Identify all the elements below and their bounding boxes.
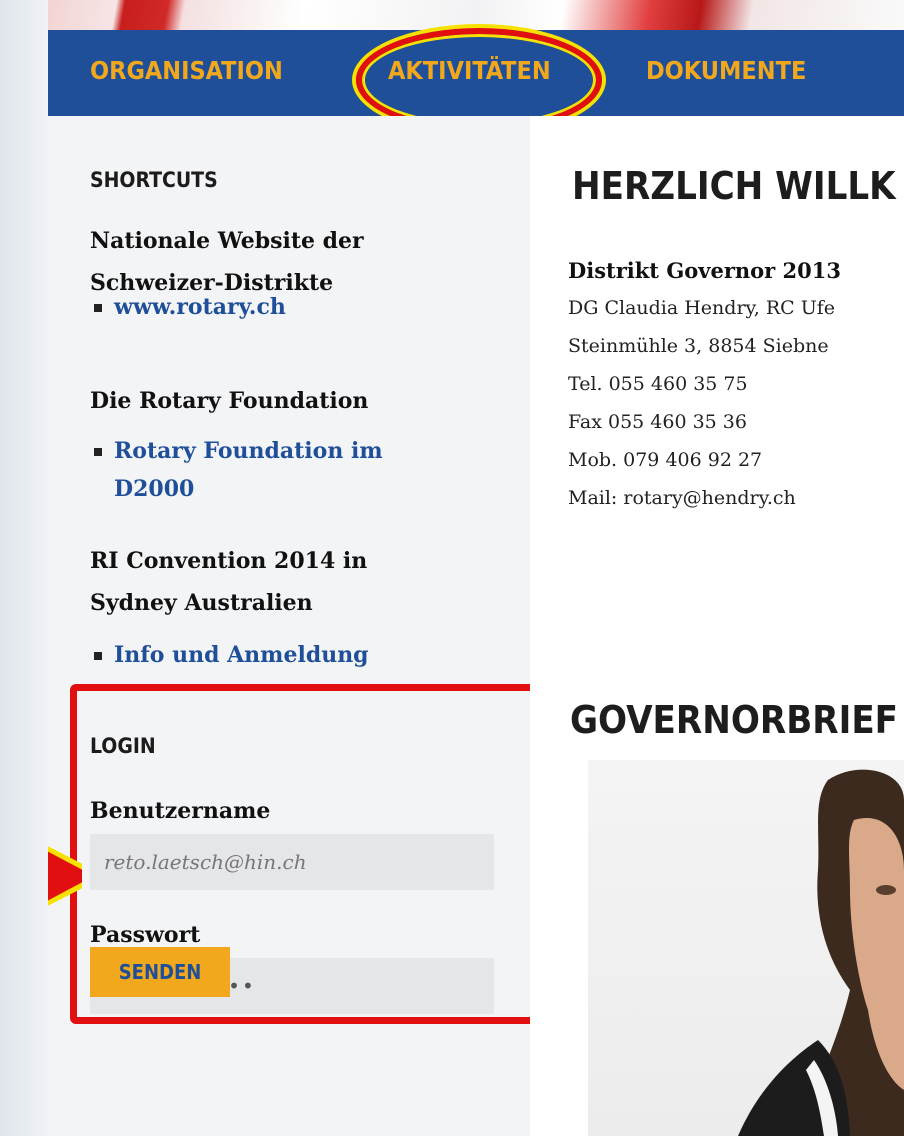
shortcut-label-foundation: Die Rotary Foundation [90, 388, 369, 414]
main-nav: ORGANISATION AKTIVITÄTEN DOKUMENTE [48, 28, 904, 132]
main-content: HERZLICH WILLK Distrikt Governor 2013 DG… [530, 116, 904, 1136]
shortcut-label-convention-1: RI Convention 2014 in [90, 548, 368, 574]
nav-item-organisation[interactable]: ORGANISATION [90, 56, 283, 85]
governorbrief-heading: GOVERNORBRIEF [570, 698, 899, 742]
list-item: www.rotary.ch [94, 288, 286, 326]
nav-item-dokumente[interactable]: DOKUMENTE [646, 56, 806, 85]
annotation-arrow-icon [48, 846, 82, 906]
link-info-anmeldung[interactable]: Info und Anmeldung [114, 642, 369, 668]
page-gutter [0, 0, 48, 1136]
list-bullet-icon [94, 448, 102, 456]
contact-line: Mob. 079 406 92 27 [568, 449, 763, 471]
nav-item-aktivitaeten[interactable]: AKTIVITÄTEN [388, 56, 551, 85]
portrait-image [738, 769, 904, 1136]
link-rotary-foundation-d2000[interactable]: Rotary Foundation im D2000 [114, 438, 383, 502]
username-label: Benutzername [90, 798, 271, 824]
list-bullet-icon [94, 304, 102, 312]
contact-email: Mail: rotary@hendry.ch [568, 487, 796, 509]
governor-title: Distrikt Governor 2013 [568, 258, 841, 283]
contact-line: DG Claudia Hendry, RC Ufe [568, 297, 835, 319]
link-rotary-foundation-line-2: D2000 [114, 476, 195, 502]
governor-photo [588, 760, 904, 1136]
contact-line: Steinmühle 3, 8854 Siebne [568, 335, 829, 357]
password-label: Passwort [90, 922, 201, 948]
shortcuts-heading: SHORTCUTS [90, 168, 218, 192]
page: ORGANISATION AKTIVITÄTEN DOKUMENTE SHORT… [48, 0, 904, 1136]
contact-line: Fax 055 460 35 36 [568, 411, 747, 433]
header-banner [48, 0, 904, 30]
shortcut-label-national-1: Nationale Website der [90, 228, 364, 254]
username-input[interactable] [90, 834, 494, 890]
send-button[interactable]: SENDEN [90, 947, 230, 997]
list-item: Info und Anmeldung [94, 636, 369, 674]
contact-line: Tel. 055 460 35 75 [568, 373, 748, 395]
welcome-heading: HERZLICH WILLK [572, 164, 896, 208]
link-rotary-foundation-line-1: Rotary Foundation im [114, 438, 383, 464]
shortcut-label-convention-2: Sydney Australien [90, 590, 313, 616]
login-heading: LOGIN [90, 734, 156, 758]
list-item: Rotary Foundation im D2000 [94, 432, 383, 508]
list-bullet-icon [94, 652, 102, 660]
link-rotary-ch[interactable]: www.rotary.ch [114, 294, 286, 320]
